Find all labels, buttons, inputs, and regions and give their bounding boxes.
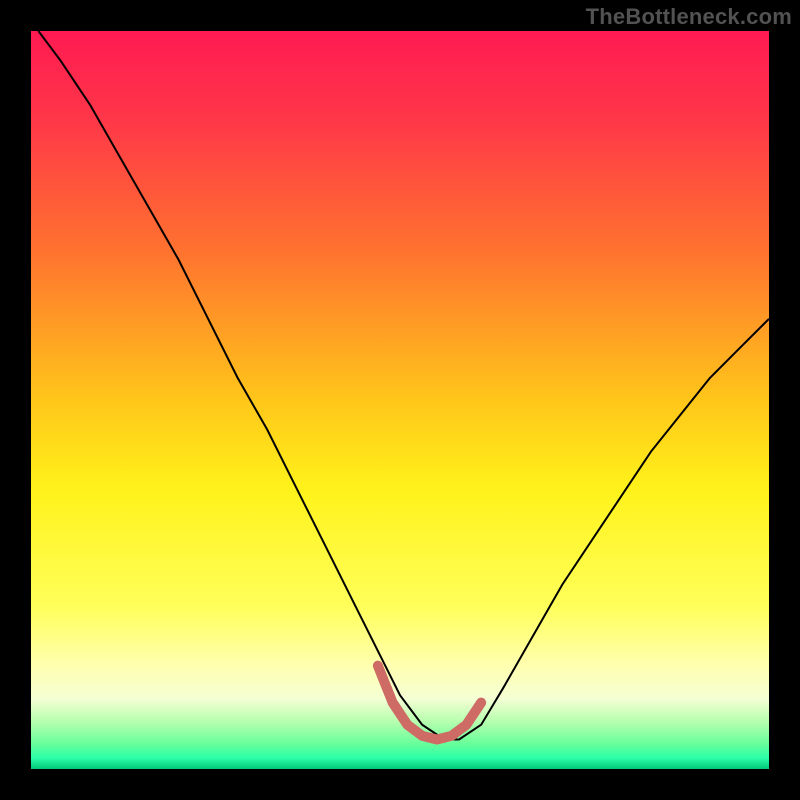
chart-frame: TheBottleneck.com — [0, 0, 800, 800]
gradient-background — [31, 31, 769, 769]
chart-plot — [31, 31, 769, 769]
watermark-text: TheBottleneck.com — [586, 4, 792, 30]
chart-svg — [31, 31, 769, 769]
